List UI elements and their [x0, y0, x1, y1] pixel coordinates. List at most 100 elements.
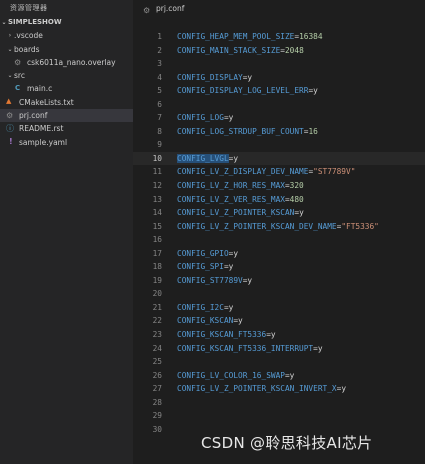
line-text [162, 409, 177, 423]
code-line[interactable]: 3 [133, 57, 425, 71]
line-text: CONFIG_ST7789V=y [162, 274, 252, 288]
code-line[interactable]: 2 CONFIG_MAIN_STACK_SIZE=2048 [133, 44, 425, 58]
config-key: CONFIG_KSCAN_FT5336 [177, 330, 267, 340]
line-text [162, 138, 177, 152]
code-line[interactable]: 10 CONFIG_LVGL=y [133, 151, 425, 166]
line-number: 23 [152, 330, 162, 340]
root-folder-label: SIMPLESHOW [8, 18, 62, 26]
line-text: CONFIG_KSCAN_FT5336_INTERRUPT=y [162, 342, 323, 356]
line-text: CONFIG_LV_Z_POINTER_KSCAN_INVERT_X=y [162, 382, 346, 396]
line-number: 11 [152, 167, 162, 177]
code-line[interactable]: 17 CONFIG_GPIO=y [133, 247, 425, 261]
config-key: CONFIG_DISPLAY [177, 72, 243, 82]
breadcrumb-file: prj.conf [156, 4, 185, 13]
config-value: y [233, 248, 239, 258]
code-editor[interactable]: prj.conf 1CONFIG_HEAP_MEM_POOL_SIZE=1638… [133, 0, 425, 464]
yaml-file-icon [6, 135, 16, 148]
code-line[interactable]: 29 [133, 409, 425, 423]
config-key: CONFIG_HEAP_MEM_POOL_SIZE [177, 32, 295, 41]
code-line[interactable]: 24 CONFIG_KSCAN_FT5336_INTERRUPT=y [133, 342, 425, 356]
tree-item-readme-rst[interactable]: README.rst [0, 122, 133, 135]
line-text: CONFIG_I2C=y [162, 301, 233, 315]
code-line[interactable]: 22 CONFIG_KSCAN=y [133, 314, 425, 328]
code-line[interactable]: 11 CONFIG_LV_Z_DISPLAY_DEV_NAME="ST7789V" [133, 165, 425, 179]
settings-file-icon [6, 109, 16, 122]
config-key: CONFIG_LV_Z_POINTER_KSCAN_INVERT_X [177, 384, 337, 394]
config-key: CONFIG_DISPLAY_LOG_LEVEL_ERR [177, 86, 309, 96]
config-key: CONFIG_LOG [177, 113, 224, 123]
line-number: 22 [152, 316, 162, 326]
line-text: CONFIG_LVGL=y [162, 152, 238, 166]
code-line[interactable]: 19 CONFIG_ST7789V=y [133, 274, 425, 288]
code-line[interactable]: 7 CONFIG_LOG=y [133, 111, 425, 125]
line-text [162, 355, 177, 369]
config-key: CONFIG_ST7789V [177, 275, 243, 285]
code-line[interactable]: 27 CONFIG_LV_Z_POINTER_KSCAN_INVERT_X=y [133, 382, 425, 396]
config-value: y [247, 275, 253, 285]
line-number: 21 [152, 302, 162, 312]
line-text [162, 57, 177, 71]
tree-item-sample-yaml[interactable]: sample.yaml [0, 135, 133, 149]
code-line[interactable]: 13 CONFIG_LV_Z_VER_RES_MAX=480 [133, 193, 425, 207]
code-line[interactable]: 25 [133, 355, 425, 369]
config-key: CONFIG_I2C [177, 302, 224, 312]
line-text [162, 287, 177, 301]
line-number: 7 [157, 113, 162, 123]
tree-item-boards[interactable]: ⌄ boards [0, 43, 133, 56]
code-line[interactable]: 26 CONFIG_LV_COLOR_16_SWAP=y [133, 369, 425, 383]
config-key: CONFIG_KSCAN [177, 316, 234, 326]
config-value: y [341, 384, 347, 394]
tree-item-src[interactable]: ⌄ src [0, 69, 133, 82]
config-value: y [289, 370, 295, 380]
file-tree: ›.vscode⌄boardscsk6011a_nano.overlay⌄src… [0, 29, 133, 149]
line-text [162, 98, 177, 112]
info-file-icon [6, 122, 16, 135]
tree-item-cmakelists-txt[interactable]: CMakeLists.txt [0, 95, 133, 109]
code-line[interactable]: 9 [133, 138, 425, 152]
line-text [162, 233, 177, 247]
line-number: 25 [152, 357, 162, 367]
code-line[interactable]: 12 CONFIG_LV_Z_HOR_RES_MAX=320 [133, 179, 425, 193]
tree-item-main-c[interactable]: main.c [0, 82, 133, 95]
code-line[interactable]: 5 CONFIG_DISPLAY_LOG_LEVEL_ERR=y [133, 84, 425, 98]
code-line[interactable]: 16 [133, 233, 425, 247]
tree-item-label: boards [14, 44, 40, 54]
config-value: y [247, 72, 253, 82]
config-key: CONFIG_LV_COLOR_16_SWAP [177, 370, 285, 380]
code-line[interactable]: 18 CONFIG_SPI=y [133, 260, 425, 274]
code-line[interactable]: 6 [133, 98, 425, 112]
code-line[interactable]: 20 [133, 287, 425, 301]
config-value: 16 [308, 126, 318, 136]
line-text: CONFIG_LV_Z_DISPLAY_DEV_NAME="ST7789V" [162, 165, 355, 179]
explorer-title: 资源管理器 [10, 4, 48, 12]
line-number: 8 [157, 126, 162, 136]
config-value: y [270, 330, 276, 340]
config-value: y [317, 343, 323, 353]
breadcrumb[interactable]: prj.conf [133, 0, 425, 19]
code-line[interactable]: 28 [133, 396, 425, 410]
tree-item-vscode[interactable]: › .vscode [0, 29, 133, 42]
c-file-icon [14, 82, 24, 95]
tree-item-csk6011a-nano-overlay[interactable]: csk6011a_nano.overlay [0, 56, 133, 69]
config-value: "ST7789V" [313, 167, 356, 177]
tree-item-prj-conf[interactable]: prj.conf [0, 109, 133, 123]
code-lines[interactable]: 1 CONFIG_HEAP_MEM_POOL_SIZE=16384 2 CONFIG_… [133, 30, 425, 436]
tree-item-label: sample.yaml [19, 137, 68, 147]
config-key: CONFIG_LV_Z_POINTER_KSCAN_DEV_NAME [177, 221, 337, 231]
code-line[interactable]: 15 CONFIG_LV_Z_POINTER_KSCAN_DEV_NAME="FT… [133, 220, 425, 234]
code-line[interactable]: 21 CONFIG_I2C=y [133, 301, 425, 315]
line-number: 16 [152, 235, 162, 245]
line-text: CONFIG_LOG_STRDUP_BUF_COUNT=16 [162, 125, 318, 139]
line-number: 26 [152, 370, 162, 380]
explorer-sidebar: 资源管理器 ⌄ SIMPLESHOW ›.vscode⌄boardscsk601… [0, 0, 133, 464]
config-key: CONFIG_KSCAN_FT5336_INTERRUPT [177, 343, 314, 353]
code-line[interactable]: 4 CONFIG_DISPLAY=y [133, 71, 425, 85]
line-number: 10 [152, 153, 162, 163]
code-line[interactable]: 1 CONFIG_HEAP_MEM_POOL_SIZE=16384 [133, 30, 425, 44]
code-line[interactable]: 14 CONFIG_LV_Z_POINTER_KSCAN=y [133, 206, 425, 220]
config-key: CONFIG_MAIN_STACK_SIZE [177, 45, 281, 55]
line-number: 6 [157, 99, 162, 109]
code-line[interactable]: 8 CONFIG_LOG_STRDUP_BUF_COUNT=16 [133, 125, 425, 139]
explorer-root-folder[interactable]: ⌄ SIMPLESHOW [0, 16, 133, 29]
code-line[interactable]: 23 CONFIG_KSCAN_FT5336=y [133, 328, 425, 342]
